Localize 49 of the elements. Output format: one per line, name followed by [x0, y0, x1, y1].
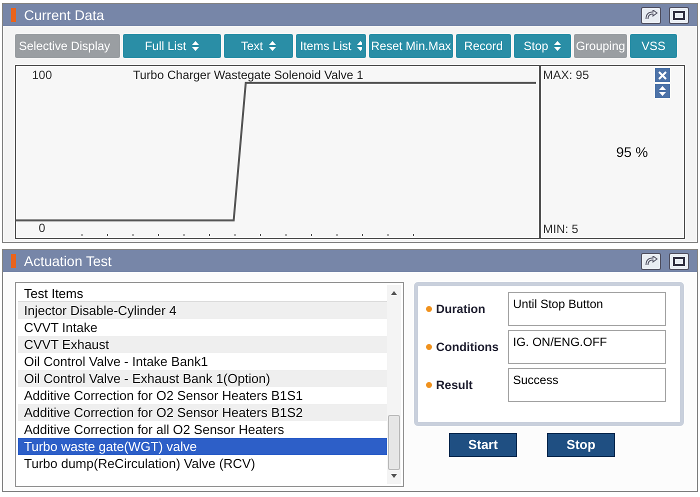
- bullet-icon: [426, 344, 432, 350]
- up-down-icon: [192, 41, 200, 51]
- list-item[interactable]: Injector Disable-Cylinder 4: [18, 302, 387, 319]
- min-value: MIN: 5: [543, 221, 578, 238]
- toolbar-button[interactable]: Text: [224, 34, 293, 58]
- scroll-up-icon[interactable]: [391, 291, 397, 295]
- field-label: Conditions: [436, 339, 500, 356]
- scroll-down-icon[interactable]: [391, 474, 397, 478]
- toolbar-button[interactable]: Record: [456, 34, 511, 58]
- field-value: IG. ON/ENG.OFF: [508, 330, 666, 364]
- title-marker-icon: [11, 254, 16, 268]
- title-marker-icon: [11, 8, 16, 22]
- panel-title: Current Data: [24, 6, 106, 24]
- y-tick-label: 100: [30, 68, 54, 82]
- field-label: Result: [436, 377, 474, 394]
- panel-title: Actuation Test: [24, 252, 113, 270]
- max-value: MAX: 95: [543, 67, 590, 84]
- up-down-icon: [554, 41, 562, 51]
- list-item[interactable]: Additive Correction for O2 Sensor Heaters B1S2: [18, 404, 387, 421]
- bullet-icon: [426, 306, 432, 312]
- reorder-button[interactable]: [655, 84, 670, 98]
- field-label: Duration: [436, 301, 486, 318]
- scrollbar[interactable]: [387, 285, 401, 484]
- y-tick-label: 0: [38, 221, 46, 236]
- up-down-icon: [269, 41, 276, 51]
- retry-button[interactable]: [641, 6, 661, 24]
- close-button[interactable]: [655, 68, 670, 82]
- list-item[interactable]: CVVT Exhaust: [18, 336, 387, 353]
- toolbar-button[interactable]: VSS: [630, 34, 677, 58]
- action-button[interactable]: Stop: [547, 433, 615, 457]
- maximize-button[interactable]: [669, 252, 689, 270]
- retry-icon: [644, 10, 658, 20]
- current-value: 95 %: [616, 143, 648, 162]
- maximize-button[interactable]: [669, 6, 689, 24]
- list-item[interactable]: Turbo waste gate(WGT) valve: [18, 438, 387, 455]
- toolbar-button[interactable]: Items List: [296, 34, 366, 58]
- field-value: Success: [508, 368, 666, 402]
- chart-title: Turbo Charger Wastegate Solenoid Valve 1: [133, 67, 364, 84]
- retry-button[interactable]: [641, 252, 661, 270]
- toolbar-button[interactable]: Full List: [123, 34, 221, 58]
- retry-icon: [644, 256, 658, 266]
- action-button[interactable]: Start: [449, 433, 517, 457]
- scroll-thumb[interactable]: [388, 415, 400, 470]
- bullet-icon: [426, 382, 432, 388]
- toolbar-button[interactable]: Reset Min.Max: [369, 34, 453, 58]
- up-down-icon: [357, 41, 362, 51]
- list-item[interactable]: Oil Control Valve - Exhaust Bank 1(Option): [18, 370, 387, 387]
- toolbar-button[interactable]: Stop: [514, 34, 571, 58]
- field-value: Until Stop Button: [508, 292, 666, 326]
